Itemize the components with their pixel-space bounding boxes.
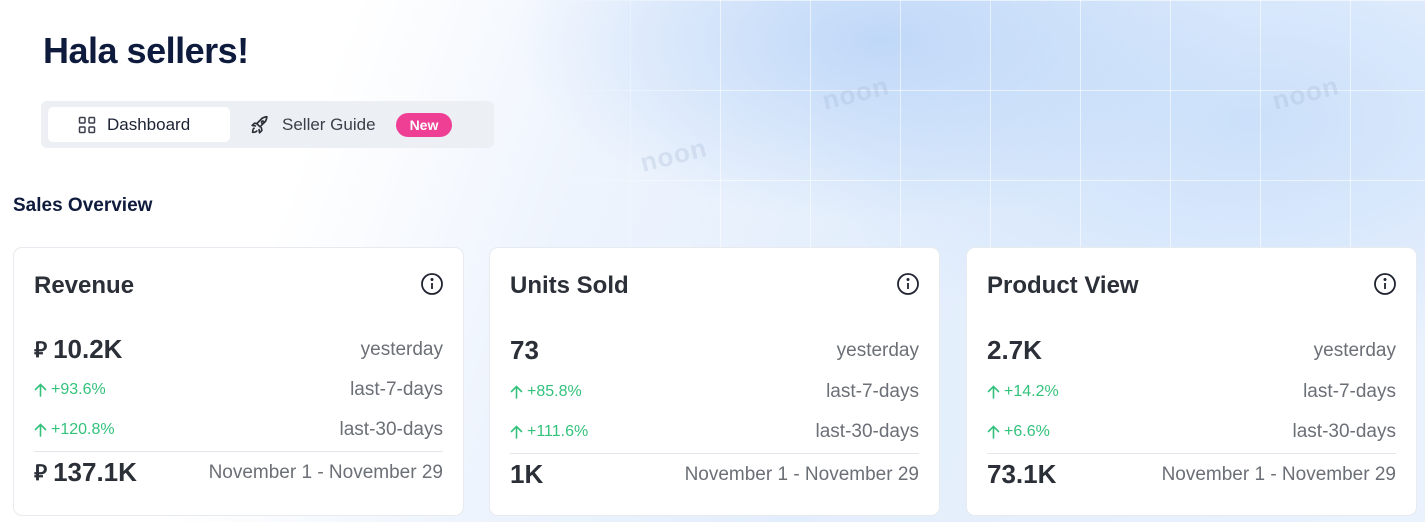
rocket-icon <box>251 115 268 134</box>
card-title: Units Sold <box>510 272 629 299</box>
date-range-label: November 1 - November 29 <box>1161 463 1396 485</box>
arrow-up-icon <box>987 425 1000 439</box>
range-value: 1K <box>510 459 544 489</box>
period-label: yesterday <box>360 338 443 360</box>
divider <box>510 453 919 454</box>
tab-dashboard-label: Dashboard <box>107 114 191 134</box>
last30-row: +6.6% last-30-days <box>987 421 1396 443</box>
card-title: Product View <box>987 272 1139 299</box>
arrow-up-icon <box>34 423 47 437</box>
period-label: last-30-days <box>339 419 444 440</box>
range-value: 137.1K <box>53 457 137 487</box>
change-percent: +120.8% <box>51 421 115 438</box>
arrow-up-icon <box>34 383 47 397</box>
product-view-card: Product View 2.7K yesterday +14.2% last-… <box>966 247 1417 516</box>
yesterday-row: 2.7K yesterday <box>987 335 1396 366</box>
period-label: yesterday <box>1313 339 1396 361</box>
tab-seller-guide-label: Seller Guide <box>282 114 376 134</box>
arrow-up-icon <box>510 425 523 439</box>
last7-row: +93.6% last-7-days <box>34 379 443 401</box>
period-label: last-7-days <box>1303 381 1396 402</box>
riyal-icon: ⃁ <box>34 336 48 362</box>
info-icon[interactable] <box>1373 272 1397 296</box>
range-row: 1K November 1 - November 29 <box>510 459 919 490</box>
grid-icon <box>78 116 96 133</box>
tab-dashboard[interactable]: Dashboard <box>48 107 230 142</box>
period-label: last-7-days <box>826 381 919 402</box>
period-label: last-30-days <box>1292 421 1397 442</box>
yesterday-row: 73 yesterday <box>510 335 919 366</box>
date-range-label: November 1 - November 29 <box>208 461 443 483</box>
last7-row: +14.2% last-7-days <box>987 381 1396 403</box>
divider <box>34 451 443 452</box>
yesterday-value: 10.2K <box>53 334 123 364</box>
last7-row: +85.8% last-7-days <box>510 381 919 403</box>
range-row: ⃁ 137.1K November 1 - November 29 <box>34 457 443 488</box>
info-icon[interactable] <box>896 272 920 296</box>
change-percent: +14.2% <box>1004 383 1059 400</box>
arrow-up-icon <box>510 385 523 399</box>
new-badge: New <box>395 112 453 137</box>
tab-bar: Dashboard Seller Guide New <box>41 101 494 148</box>
info-icon[interactable] <box>420 272 444 296</box>
yesterday-value: 73 <box>510 335 539 365</box>
yesterday-row: ⃁ 10.2K yesterday <box>34 334 443 365</box>
change-percent: +6.6% <box>1004 423 1050 440</box>
background-grid <box>540 0 1425 260</box>
yesterday-value: 2.7K <box>987 335 1042 365</box>
period-label: yesterday <box>836 339 919 361</box>
arrow-up-icon <box>987 385 1000 399</box>
range-value: 73.1K <box>987 459 1057 489</box>
card-title: Revenue <box>34 272 135 299</box>
tab-seller-guide[interactable]: Seller Guide New <box>246 107 486 142</box>
period-label: last-30-days <box>815 421 920 442</box>
riyal-icon: ⃁ <box>34 459 48 485</box>
period-label: last-7-days <box>350 379 443 400</box>
last30-row: +120.8% last-30-days <box>34 419 443 441</box>
change-percent: +85.8% <box>527 383 582 400</box>
units-sold-card: Units Sold 73 yesterday +85.8% last-7-da… <box>489 247 940 516</box>
range-row: 73.1K November 1 - November 29 <box>987 459 1396 490</box>
page-title: Hala sellers! <box>43 30 249 71</box>
divider <box>987 453 1396 454</box>
change-percent: +111.6% <box>527 423 589 440</box>
change-percent: +93.6% <box>51 381 106 398</box>
section-title: Sales Overview <box>13 195 153 216</box>
revenue-card: Revenue ⃁ 10.2K yesterday +93.6% last-7-d… <box>13 247 464 516</box>
last30-row: +111.6% last-30-days <box>510 421 919 443</box>
date-range-label: November 1 - November 29 <box>684 463 919 485</box>
